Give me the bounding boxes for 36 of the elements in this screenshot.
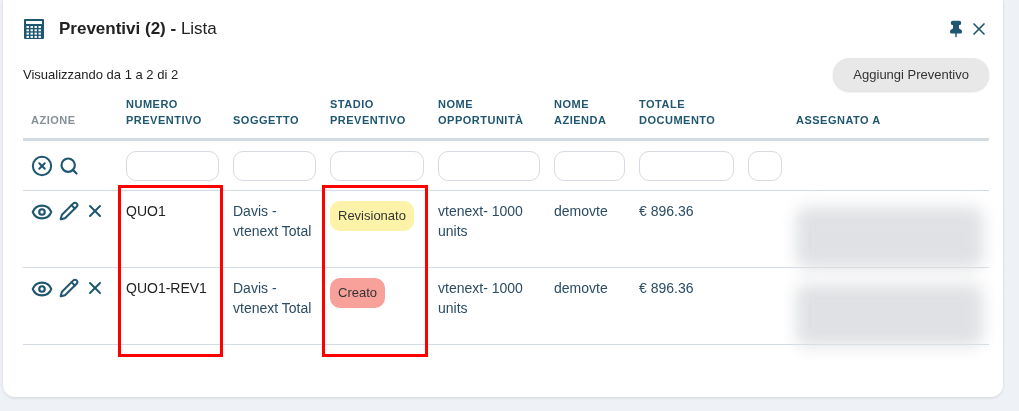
column-header: ASSEGNATO A [796, 113, 881, 128]
table-cell-text: Davis - vtenext Total [233, 202, 313, 241]
table-cell-text: Davis - vtenext Total [233, 279, 313, 318]
search-icon[interactable] [59, 155, 79, 176]
clear-filter-icon[interactable] [31, 154, 53, 177]
filter-field[interactable] [639, 150, 734, 181]
table-cell-text: QUO1 [126, 202, 166, 221]
column-header: AZIONE [31, 113, 76, 128]
table-cell-text: demovte [554, 202, 608, 221]
pencil-icon[interactable] [59, 201, 79, 221]
pin-icon[interactable] [947, 20, 965, 38]
column-header: NUMERO PREVENTIVO [126, 97, 203, 128]
table-cell-text: € 896.36 [639, 202, 694, 221]
filter-field[interactable] [554, 150, 625, 181]
calculator-icon [23, 18, 45, 40]
table-cell-text: vtenext- 1000 units [438, 202, 524, 241]
record-count: Visualizzando da 1 a 2 di 2 [23, 67, 179, 82]
table-cell-text: demovte [554, 279, 608, 298]
add-button[interactable]: Aggiungi Preventivo [833, 58, 989, 91]
column-header: SOGGETTO [233, 113, 300, 128]
filter-field[interactable] [330, 150, 424, 181]
filter-field[interactable] [126, 150, 219, 181]
column-header: STADIO PREVENTIVO [330, 97, 407, 128]
column-header: TOTALE DOCUMENTO [639, 97, 717, 128]
column-header: NOME OPPORTUNITÀ [438, 97, 525, 128]
pencil-icon[interactable] [59, 278, 79, 298]
filter-field[interactable] [438, 150, 540, 181]
status-badge: Revisionato [330, 201, 414, 231]
window-title: Preventivi (2) - Lista [59, 19, 217, 39]
column-header: NOME AZIENDA [554, 97, 608, 128]
table-cell-text: vtenext- 1000 units [438, 279, 524, 318]
table-cell-text: € 896.36 [639, 279, 694, 298]
filter-field[interactable] [233, 150, 316, 181]
status-badge: Creato [330, 278, 386, 308]
table-cell-text: QUO1-REV1 [126, 279, 207, 298]
filter-field[interactable] [748, 150, 782, 181]
